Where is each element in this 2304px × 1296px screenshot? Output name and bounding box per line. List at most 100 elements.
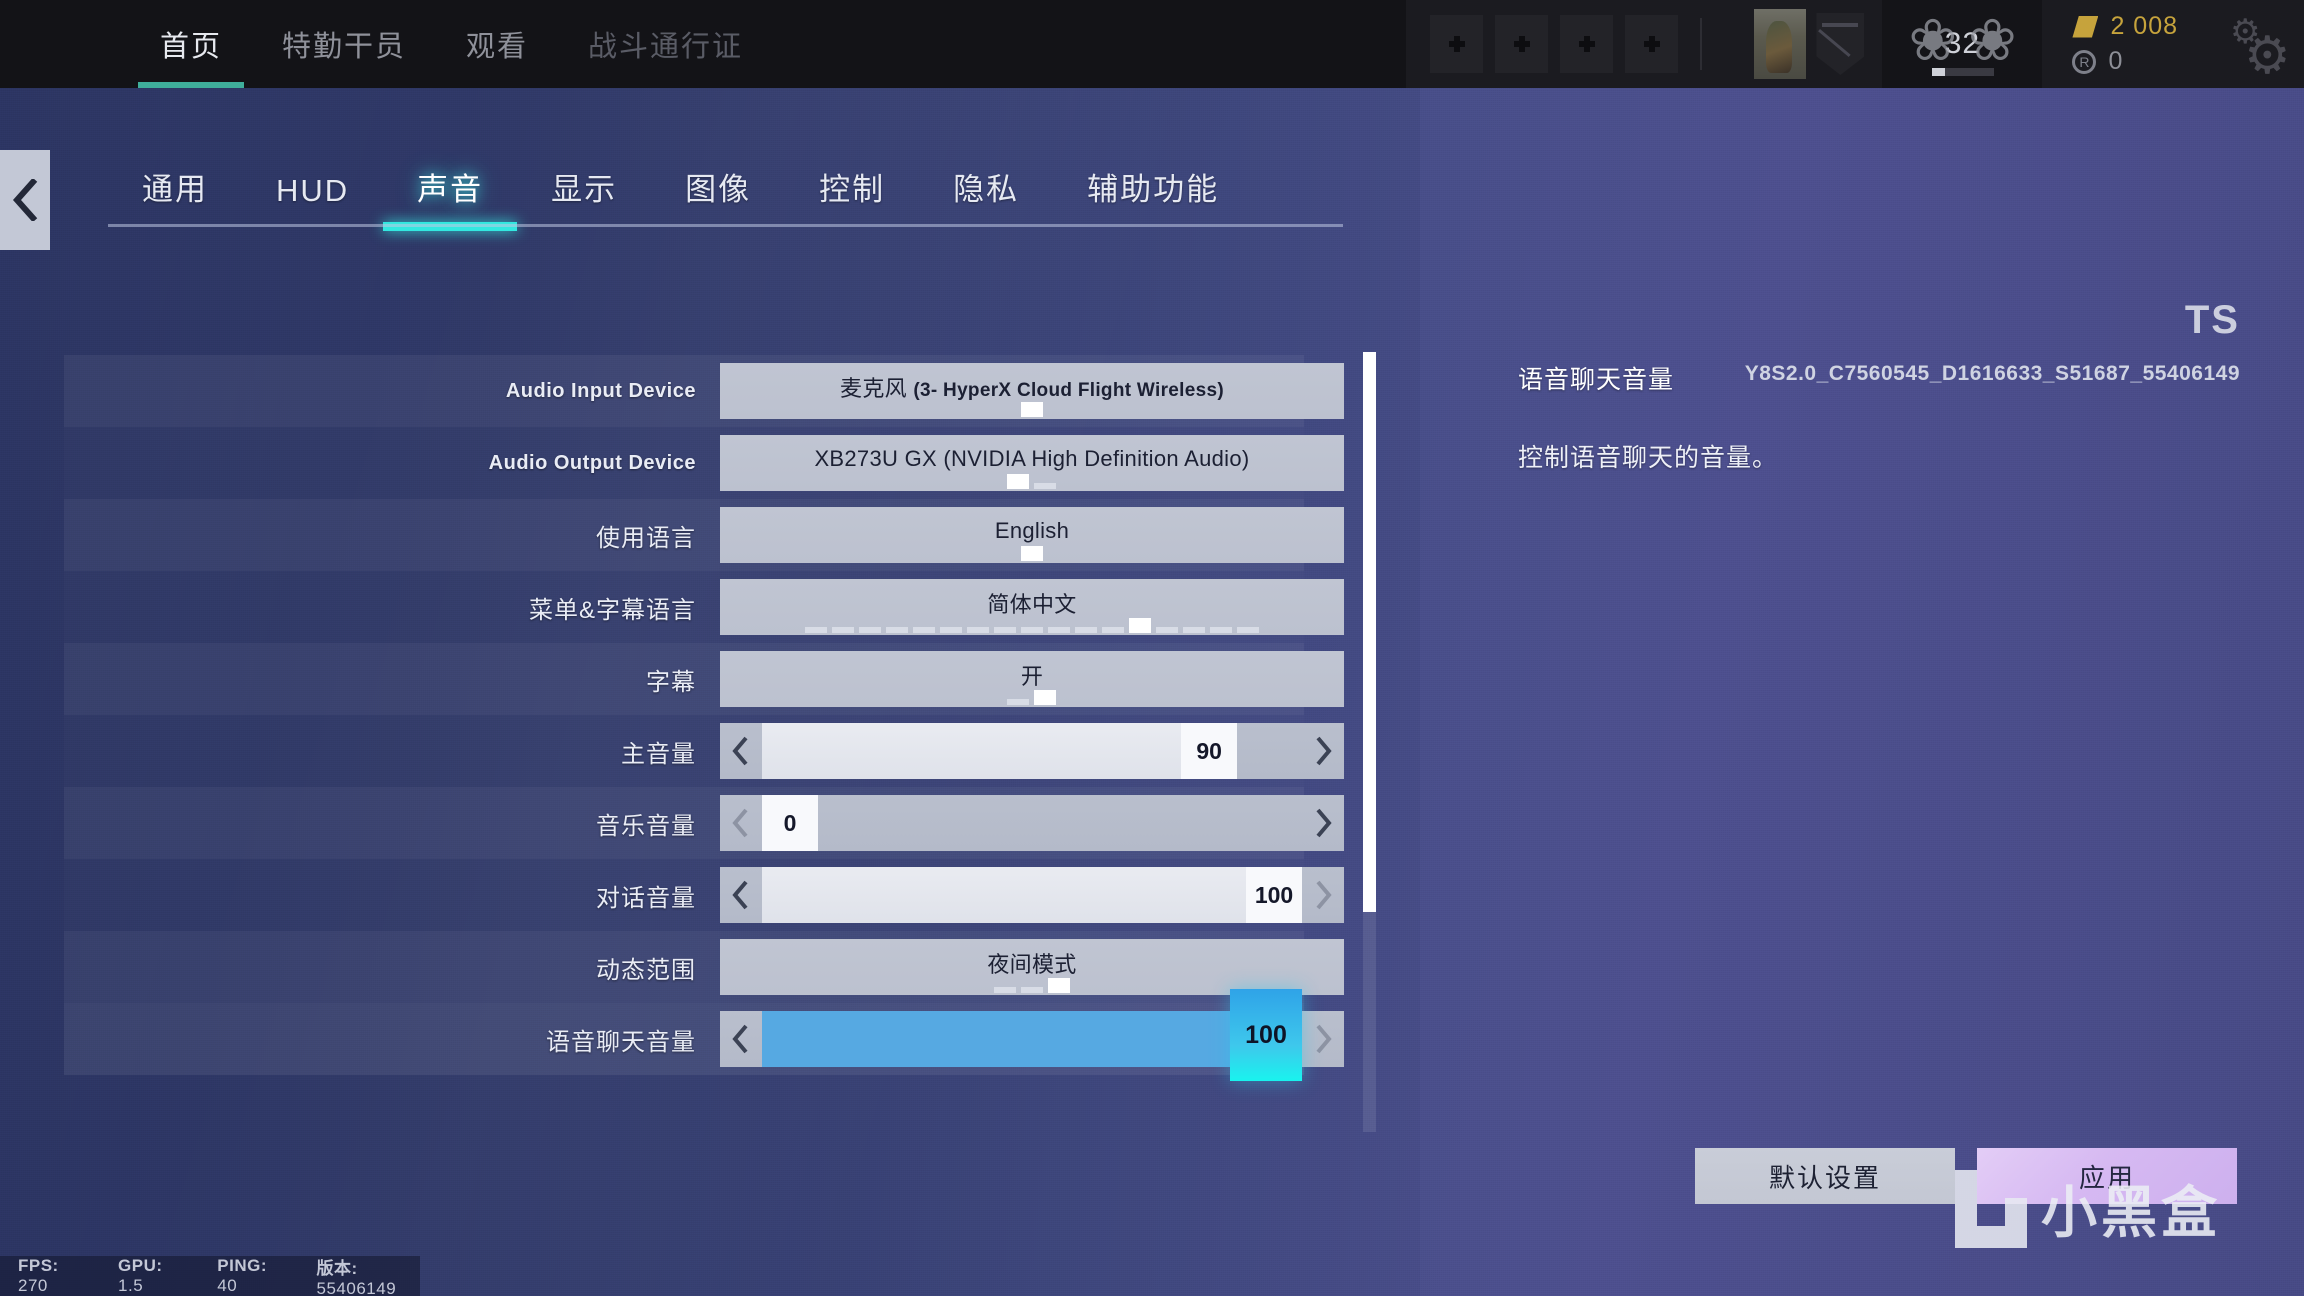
slider-decrease-button[interactable]	[720, 1011, 762, 1067]
slider-increase-button[interactable]	[1302, 723, 1344, 779]
plus-icon	[1513, 36, 1530, 52]
slider-knob[interactable]: 100	[1246, 867, 1302, 923]
top-navigation-bar: 首页 特勤干员 观看 战斗通行证 ❀ ❀ 32 2 008 R 0 ⚙ ⚙	[0, 0, 2304, 88]
dropdown-page-indicator	[720, 618, 1344, 633]
slider-decrease-button[interactable]	[720, 867, 762, 923]
laurel-left-icon: ❀	[1908, 8, 1958, 73]
loadout-slot-1[interactable]	[1430, 15, 1484, 73]
slider-control[interactable]: 100	[719, 867, 1344, 923]
detail-panel: TS Y8S2.0_C7560545_D1616633_S51687_55406…	[1518, 298, 2258, 474]
settings-row[interactable]: 动态范围 夜间模式	[64, 931, 1344, 1003]
page-dot	[804, 627, 827, 633]
slider-decrease-button[interactable]	[720, 723, 762, 779]
settings-row[interactable]: Audio Output Device XB273U GX (NVIDIA Hig…	[64, 427, 1344, 499]
credits-icon: R	[2072, 49, 2097, 74]
page-dot	[993, 627, 1016, 633]
settings-row[interactable]: 主音量 90	[64, 715, 1344, 787]
settings-row[interactable]: Audio Input Device 麦克风 (3- HyperX Cloud F…	[64, 355, 1344, 427]
dropdown-value: 夜间模式	[987, 952, 1077, 977]
slider-knob[interactable]: 100	[1230, 989, 1302, 1081]
page-dot	[1101, 627, 1124, 633]
loadout-slot-4[interactable]	[1625, 15, 1679, 73]
top-nav-item-label: 观看	[466, 31, 529, 63]
gear-icon: ⚙	[2244, 27, 2291, 85]
slider-knob[interactable]: 0	[761, 795, 818, 851]
tab-1[interactable]: HUD	[242, 173, 383, 225]
rank-progress-bar	[1932, 68, 1995, 76]
slider-increase-button[interactable]	[1302, 1011, 1344, 1067]
slider-track[interactable]: 0	[761, 795, 1302, 851]
settings-row[interactable]: 语音聊天音量 100	[64, 989, 1344, 1081]
setting-label: 菜单&字幕语言	[528, 596, 696, 624]
loadout-slot-2[interactable]	[1495, 15, 1549, 73]
slider-track[interactable]: 90	[761, 723, 1302, 779]
page-dot	[1007, 699, 1030, 705]
tab-6[interactable]: 隐私	[919, 164, 1053, 225]
dropdown-control[interactable]: XB273U GX (NVIDIA High Definition Audio)	[719, 435, 1344, 491]
slider-decrease-button[interactable]	[720, 795, 762, 851]
slider-increase-button[interactable]	[1302, 867, 1344, 923]
settings-row[interactable]: 音乐音量 0	[64, 787, 1344, 859]
slider-control[interactable]: 100	[719, 989, 1344, 1081]
ping-label: PING:	[217, 1256, 267, 1275]
tab-4[interactable]: 图像	[651, 164, 785, 225]
ping-value: 40	[217, 1276, 238, 1295]
top-nav-item-label: 特勤干员	[282, 31, 407, 63]
divider	[1700, 18, 1703, 70]
dropdown-value: 简体中文	[987, 592, 1077, 617]
top-nav-item-1[interactable]: 特勤干员	[252, 0, 436, 88]
tab-5[interactable]: 控制	[785, 164, 919, 225]
slider-control[interactable]: 90	[719, 723, 1344, 779]
dropdown-value: XB273U GX (NVIDIA High Definition Audio)	[814, 446, 1250, 471]
reset-defaults-button[interactable]: 默认设置	[1695, 1148, 1955, 1204]
slider-control[interactable]: 0	[719, 795, 1344, 851]
slider-track[interactable]: 100	[761, 989, 1302, 1081]
page-dot	[1020, 402, 1043, 417]
dropdown-control[interactable]: English	[719, 507, 1344, 563]
settings-row[interactable]: 对话音量 100	[64, 859, 1344, 931]
slider-increase-button[interactable]	[1302, 795, 1344, 851]
dropdown-value: 开	[1020, 664, 1044, 689]
dropdown-control[interactable]: 简体中文	[719, 579, 1344, 635]
dropdown-value: 麦克风 (3- HyperX Cloud Flight Wireless)	[840, 371, 1224, 403]
settings-scrollbar-thumb[interactable]	[1363, 352, 1376, 912]
rank-widget[interactable]: ❀ ❀ 32	[1882, 0, 2043, 88]
slider-track[interactable]: 100	[761, 867, 1302, 923]
setting-control: 麦克风 (3- HyperX Cloud Flight Wireless)	[719, 363, 1344, 419]
tab-2[interactable]: 声音	[383, 164, 518, 231]
slider-knob[interactable]: 90	[1181, 723, 1238, 779]
gpu-label: GPU:	[118, 1256, 163, 1275]
top-nav-item-3[interactable]: 战斗通行证	[558, 0, 773, 88]
settings-row[interactable]: 菜单&字幕语言 简体中文	[64, 571, 1344, 643]
dropdown-control[interactable]: 开	[719, 651, 1344, 707]
plus-icon	[1448, 36, 1465, 52]
build-version-string: Y8S2.0_C7560545_D1616633_S51687_55406149	[1744, 362, 2240, 385]
page-dot	[1155, 627, 1178, 633]
settings-row[interactable]: 使用语言 English	[64, 499, 1344, 571]
settings-gear-button[interactable]: ⚙ ⚙	[2208, 0, 2304, 88]
chevron-right-icon	[1316, 880, 1332, 910]
page-dot	[939, 627, 962, 633]
back-button[interactable]	[0, 150, 50, 250]
loadout-slot-3[interactable]	[1560, 15, 1614, 73]
setting-control: English	[719, 507, 1344, 563]
dropdown-control[interactable]: 麦克风 (3- HyperX Cloud Flight Wireless)	[719, 363, 1344, 419]
tab-3[interactable]: 显示	[517, 164, 651, 225]
settings-row[interactable]: 字幕 开	[64, 643, 1344, 715]
page-dot	[1007, 474, 1030, 489]
slider-fill	[761, 1011, 1302, 1067]
gpu-value: 1.5	[118, 1276, 144, 1295]
tab-0[interactable]: 通用	[108, 164, 242, 225]
chevron-right-icon	[1316, 1024, 1332, 1054]
tab-label: 图像	[685, 172, 752, 207]
operator-group[interactable]	[1736, 0, 1883, 88]
watermark-logo-icon	[1955, 1169, 2027, 1248]
tab-7[interactable]: 辅助功能	[1053, 164, 1253, 225]
currency-group: 2 008 R 0	[2042, 0, 2208, 88]
setting-label: 动态范围	[595, 956, 696, 984]
dropdown-control[interactable]: 夜间模式	[719, 939, 1344, 995]
top-nav-item-0[interactable]: 首页	[130, 0, 252, 88]
tab-label: 辅助功能	[1087, 172, 1220, 207]
top-nav-item-2[interactable]: 观看	[436, 0, 558, 88]
settings-scrollbar-track[interactable]	[1363, 352, 1376, 1132]
